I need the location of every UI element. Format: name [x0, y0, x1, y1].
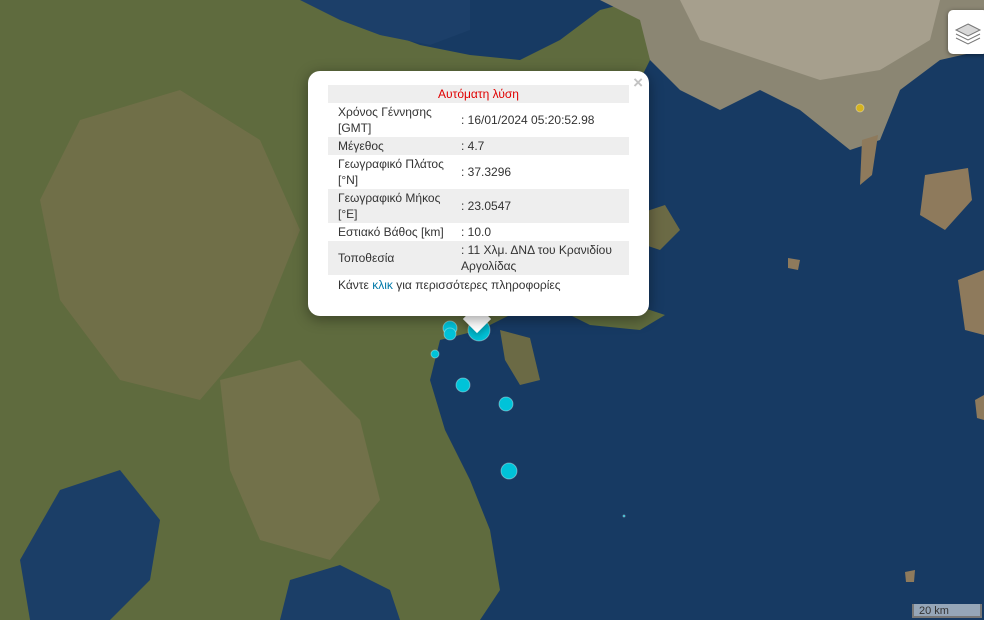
footer-suffix: για περισσότερες πληροφορίες [396, 278, 561, 292]
detail-row: Γεωγραφικό Μήκος [°E] : 23.0547 [328, 189, 629, 223]
layers-control[interactable] [948, 10, 984, 54]
detail-label: Εστιακό Βάθος [km] [338, 225, 444, 239]
detail-row: Εστιακό Βάθος [km] : 10.0 [328, 223, 629, 241]
earthquake-marker[interactable] [443, 327, 457, 341]
earthquake-marker[interactable] [430, 349, 440, 359]
scale-bar: 20 km [912, 604, 982, 618]
earthquake-marker[interactable] [455, 377, 471, 393]
layers-icon [954, 23, 982, 45]
detail-row: Τοποθεσία : 11 Χλμ. ΔΝΔ του Κρανιδίου Αργ… [328, 241, 629, 275]
detail-value: : 4.7 [461, 139, 485, 153]
details-table: Χρόνος Γέννησης [GMT] : 16/01/2024 05:20:… [328, 103, 629, 275]
detail-label: Μέγεθος [338, 139, 384, 153]
detail-value: : 23.0547 [461, 199, 512, 213]
close-icon[interactable]: × [633, 74, 643, 92]
detail-row: Χρόνος Γέννησης [GMT] : 16/01/2024 05:20:… [328, 103, 629, 137]
detail-label: Γεωγραφικό Μήκος [°E] [338, 191, 441, 221]
more-info-link[interactable]: κλικ [372, 278, 393, 292]
small-island-1 [788, 258, 800, 270]
footer-prefix: Κάντε [338, 278, 369, 292]
detail-value: : 37.3296 [461, 165, 512, 179]
small-island-3 [905, 570, 915, 582]
detail-row: Μέγεθος : 4.7 [328, 137, 629, 155]
earthquake-marker[interactable] [622, 514, 626, 518]
detail-row: Γεωγραφικό Πλάτος [°N] : 37.3296 [328, 155, 629, 189]
detail-value: : 11 Χλμ. ΔΝΔ του Κρανιδίου Αργολίδας [461, 243, 612, 273]
detail-label: Τοποθεσία [338, 251, 395, 265]
popup-footer: Κάντε κλικ για περισσότερες πληροφορίες [328, 275, 629, 295]
detail-value: : 10.0 [461, 225, 492, 239]
earthquake-marker[interactable] [500, 462, 518, 480]
popup-title: Αυτόματη λύση [328, 85, 629, 103]
earthquake-marker[interactable] [855, 103, 865, 113]
earthquake-marker[interactable] [498, 396, 514, 412]
detail-value: : 16/01/2024 05:20:52.98 [461, 113, 595, 127]
earthquake-popup: × Αυτόματη λύση Χρόνος Γέννησης [GMT] : 1… [308, 71, 649, 316]
popup-content: Αυτόματη λύση Χρόνος Γέννησης [GMT] : 16/… [328, 85, 629, 295]
detail-label: Χρόνος Γέννησης [GMT] [338, 105, 432, 135]
detail-label: Γεωγραφικό Πλάτος [°N] [338, 157, 444, 187]
